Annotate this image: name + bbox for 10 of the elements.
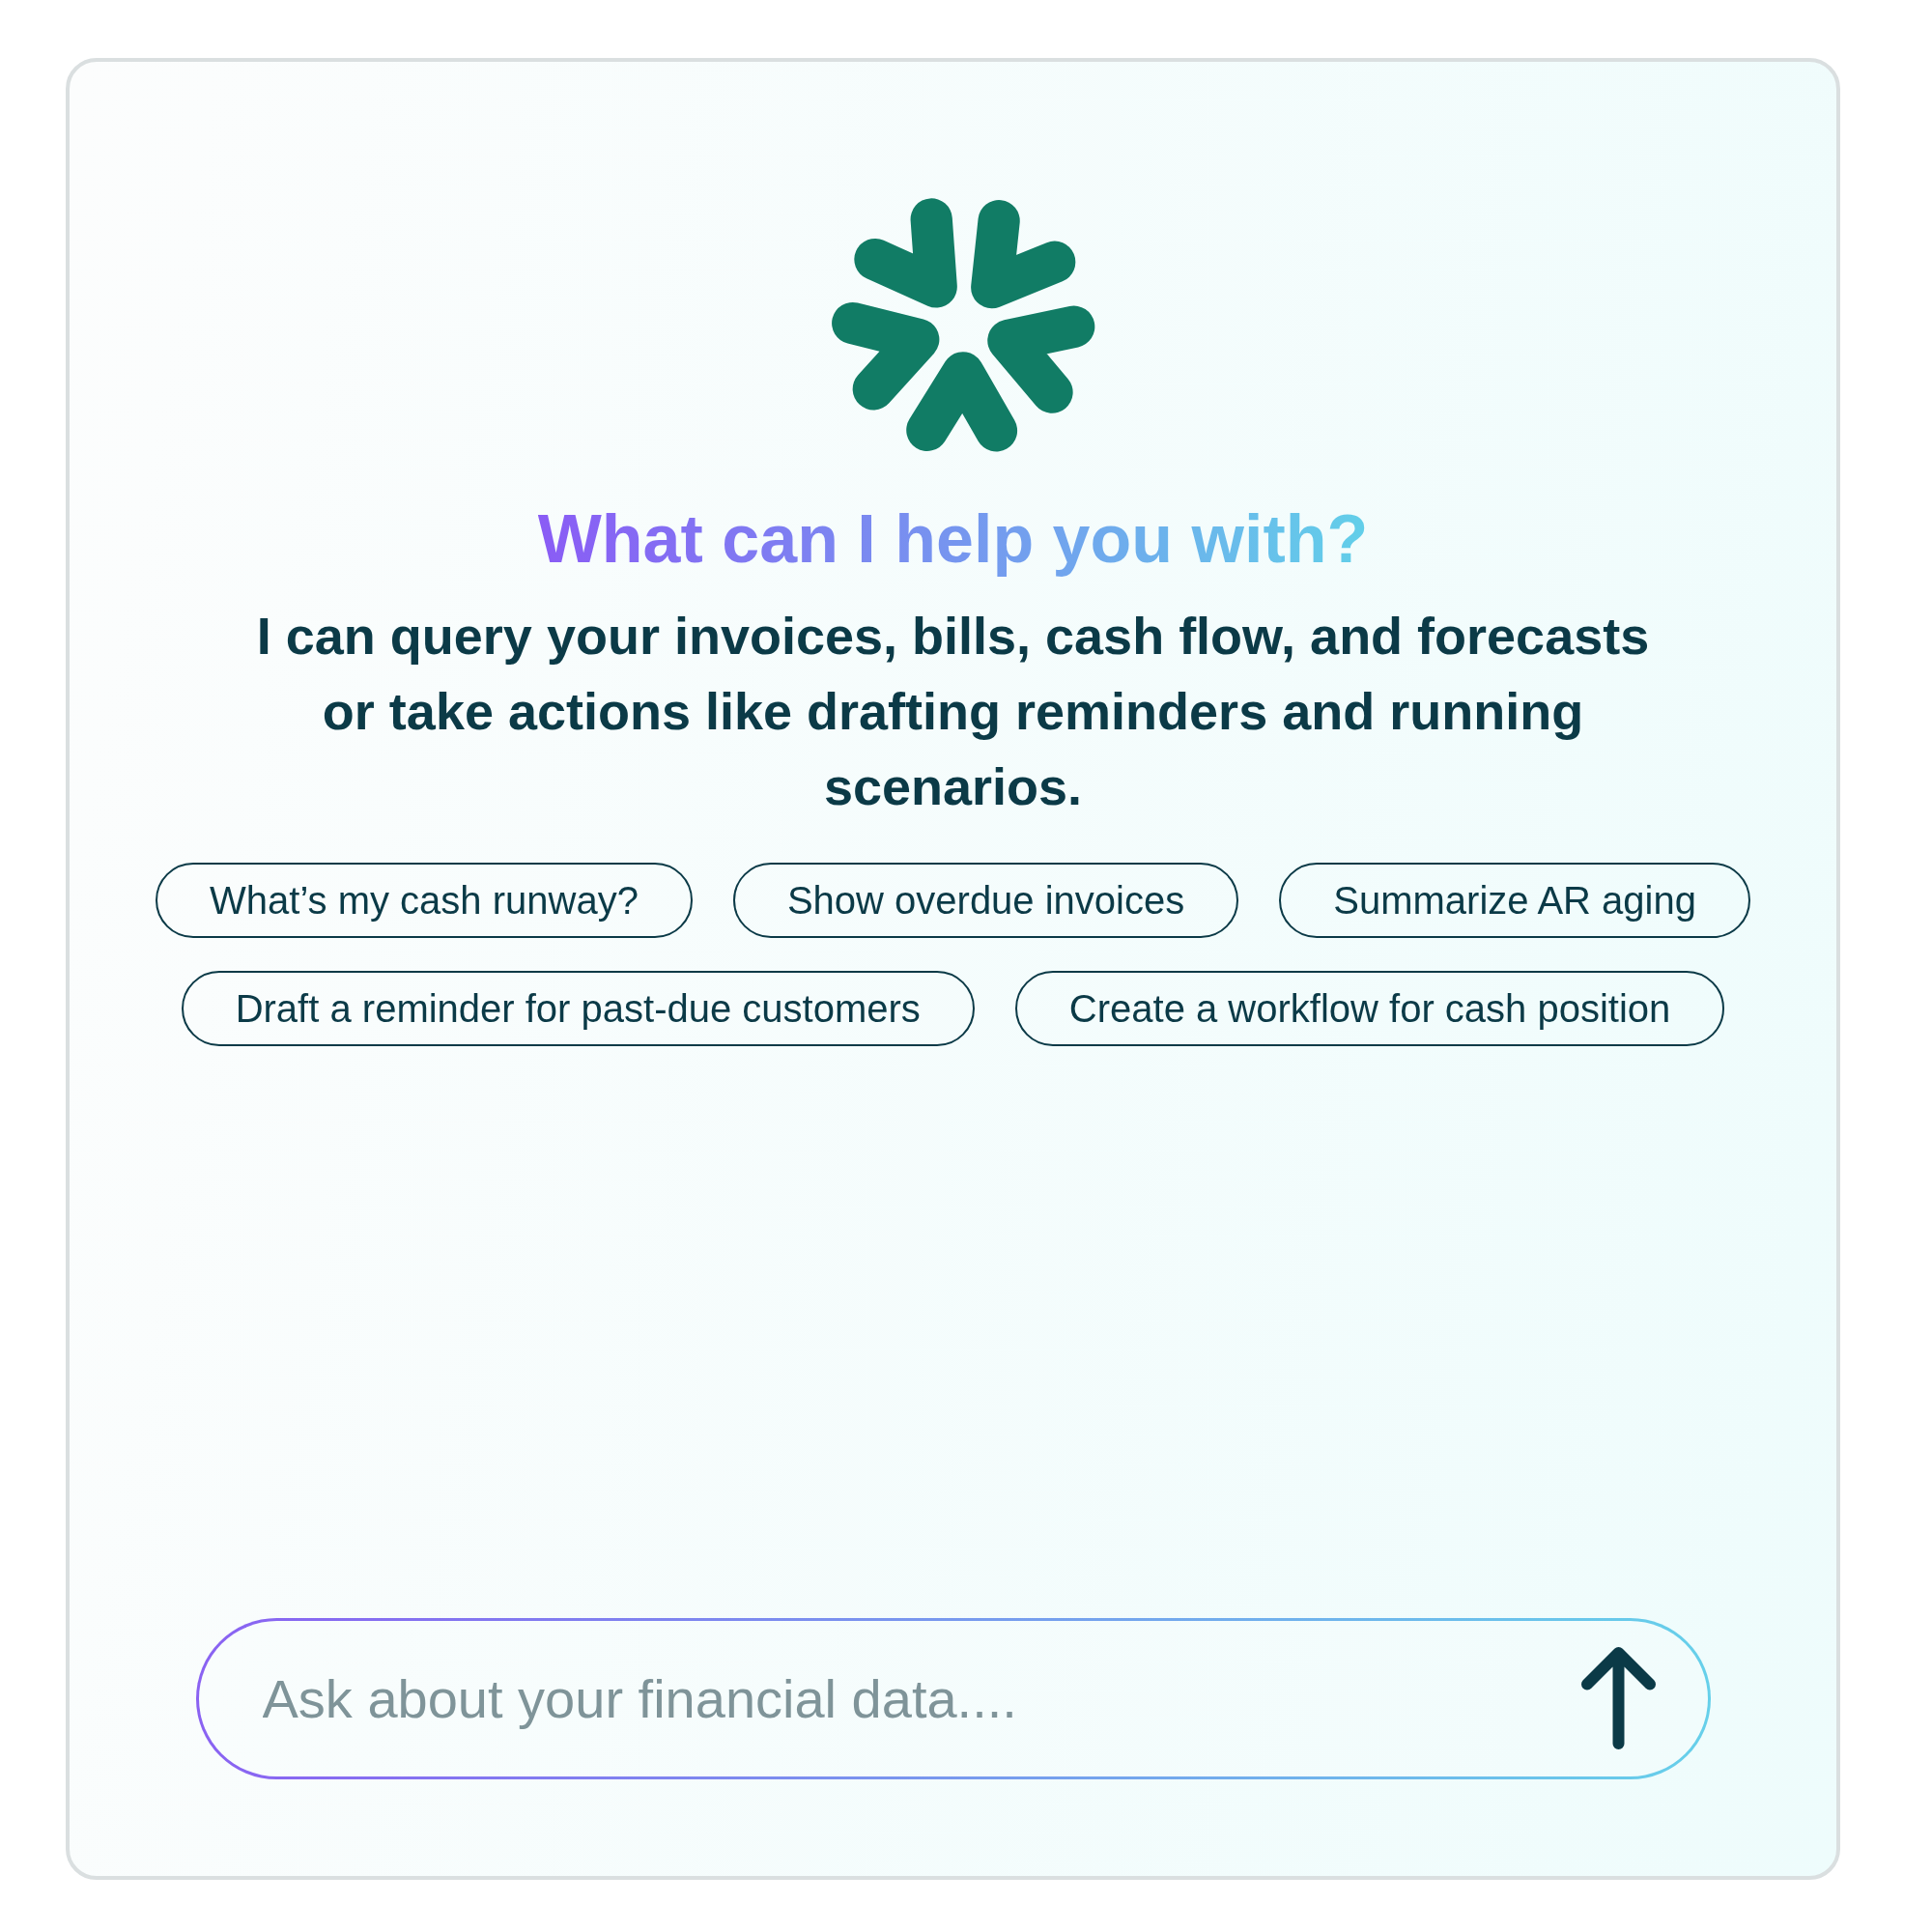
send-button[interactable]: [1580, 1647, 1656, 1749]
suggestion-chip[interactable]: Show overdue invoices: [732, 863, 1239, 938]
suggestion-chip[interactable]: What’s my cash runway?: [156, 863, 693, 938]
arrow-up-icon: [1580, 1647, 1656, 1749]
subtitle: I can query your invoices, bills, cash flow, and forecasts or take actions like drafting reminders and running scenarios.: [255, 606, 1651, 817]
message-input[interactable]: Ask about your financial data....: [195, 1618, 1711, 1779]
suggestion-chip[interactable]: Draft a reminder for past-due customers: [181, 971, 975, 1046]
logo-icon: [832, 198, 1095, 452]
suggestion-chip[interactable]: Create a workflow for cash position: [1014, 971, 1725, 1046]
suggestion-chip[interactable]: Summarize AR aging: [1279, 863, 1750, 938]
